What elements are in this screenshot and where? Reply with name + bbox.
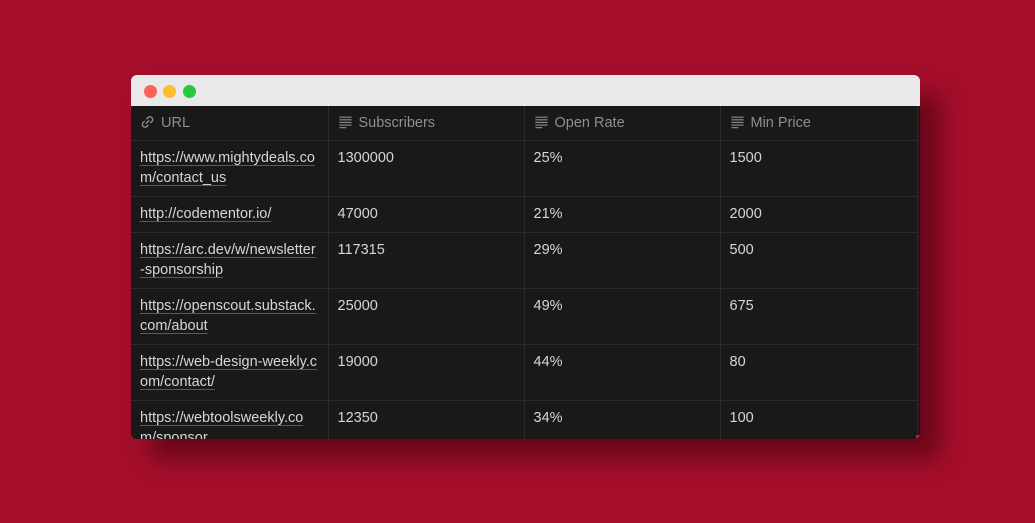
table-header-row: URL Subscribers Open Rate Min Price (131, 106, 918, 141)
subscribers-cell[interactable]: 1300000 (328, 140, 525, 197)
title-bar (131, 75, 920, 106)
open-rate-cell[interactable]: 29% (524, 232, 721, 289)
column-header-label: Subscribers (358, 115, 436, 131)
text-lines-icon (730, 116, 744, 129)
newsletter-table: URL Subscribers Open Rate Min Price http… (131, 106, 918, 439)
subscribers-cell[interactable]: 25000 (328, 288, 525, 345)
url-link[interactable]: https://webtoolsweekly.com/sponsor (140, 410, 303, 439)
url-cell[interactable]: https://openscout.substack.com/about (131, 288, 329, 345)
column-header-label: URL (161, 115, 191, 131)
column-header-url[interactable]: URL (131, 106, 329, 141)
url-cell[interactable]: https://www.mightydeals.com/contact_us (131, 140, 329, 197)
table-row: https://www.mightydeals.com/contact_us 1… (131, 140, 918, 197)
subscribers-cell[interactable]: 117315 (328, 232, 525, 289)
text-lines-icon (534, 116, 548, 129)
subscribers-cell[interactable]: 19000 (328, 344, 525, 401)
app-window: URL Subscribers Open Rate Min Price http… (131, 75, 920, 439)
table-row: https://web-design-weekly.com/contact/ 1… (131, 344, 918, 401)
column-header-min-price[interactable]: Min Price (720, 106, 918, 141)
url-cell[interactable]: https://web-design-weekly.com/contact/ (131, 344, 329, 401)
close-window-button[interactable] (144, 85, 157, 98)
minimize-window-button[interactable] (163, 85, 176, 98)
column-header-label: Min Price (750, 115, 811, 131)
url-cell[interactable]: http://codementor.io/ (131, 196, 329, 233)
open-rate-cell[interactable]: 21% (524, 196, 721, 233)
text-lines-icon (338, 116, 352, 129)
url-link[interactable]: https://openscout.substack.com/about (140, 298, 316, 334)
open-rate-cell[interactable]: 44% (524, 344, 721, 401)
min-price-cell[interactable]: 80 (720, 344, 918, 401)
url-link[interactable]: https://www.mightydeals.com/contact_us (140, 150, 315, 186)
min-price-cell[interactable]: 100 (720, 400, 918, 439)
table-row: http://codementor.io/ 47000 21% 2000 (131, 196, 918, 233)
maximize-window-button[interactable] (183, 85, 196, 98)
min-price-cell[interactable]: 1500 (720, 140, 918, 197)
url-cell[interactable]: https://webtoolsweekly.com/sponsor (131, 400, 329, 439)
open-rate-cell[interactable]: 49% (524, 288, 721, 345)
min-price-cell[interactable]: 500 (720, 232, 918, 289)
link-icon (141, 116, 154, 128)
column-header-subscribers[interactable]: Subscribers (328, 106, 525, 141)
url-link[interactable]: https://arc.dev/w/newsletter-sponsorship (140, 242, 316, 278)
min-price-cell[interactable]: 2000 (720, 196, 918, 233)
subscribers-cell[interactable]: 47000 (328, 196, 525, 233)
url-link[interactable]: https://web-design-weekly.com/contact/ (140, 354, 317, 390)
open-rate-cell[interactable]: 25% (524, 140, 721, 197)
table-row: https://arc.dev/w/newsletter-sponsorship… (131, 232, 918, 289)
table-row: https://webtoolsweekly.com/sponsor 12350… (131, 400, 918, 439)
column-header-label: Open Rate (554, 115, 625, 131)
open-rate-cell[interactable]: 34% (524, 400, 721, 439)
resize-handle[interactable] (916, 435, 920, 439)
subscribers-cell[interactable]: 12350 (328, 400, 525, 439)
column-header-open-rate[interactable]: Open Rate (524, 106, 721, 141)
url-link[interactable]: http://codementor.io/ (140, 206, 271, 222)
table-row: https://openscout.substack.com/about 250… (131, 288, 918, 345)
min-price-cell[interactable]: 675 (720, 288, 918, 345)
url-cell[interactable]: https://arc.dev/w/newsletter-sponsorship (131, 232, 329, 289)
